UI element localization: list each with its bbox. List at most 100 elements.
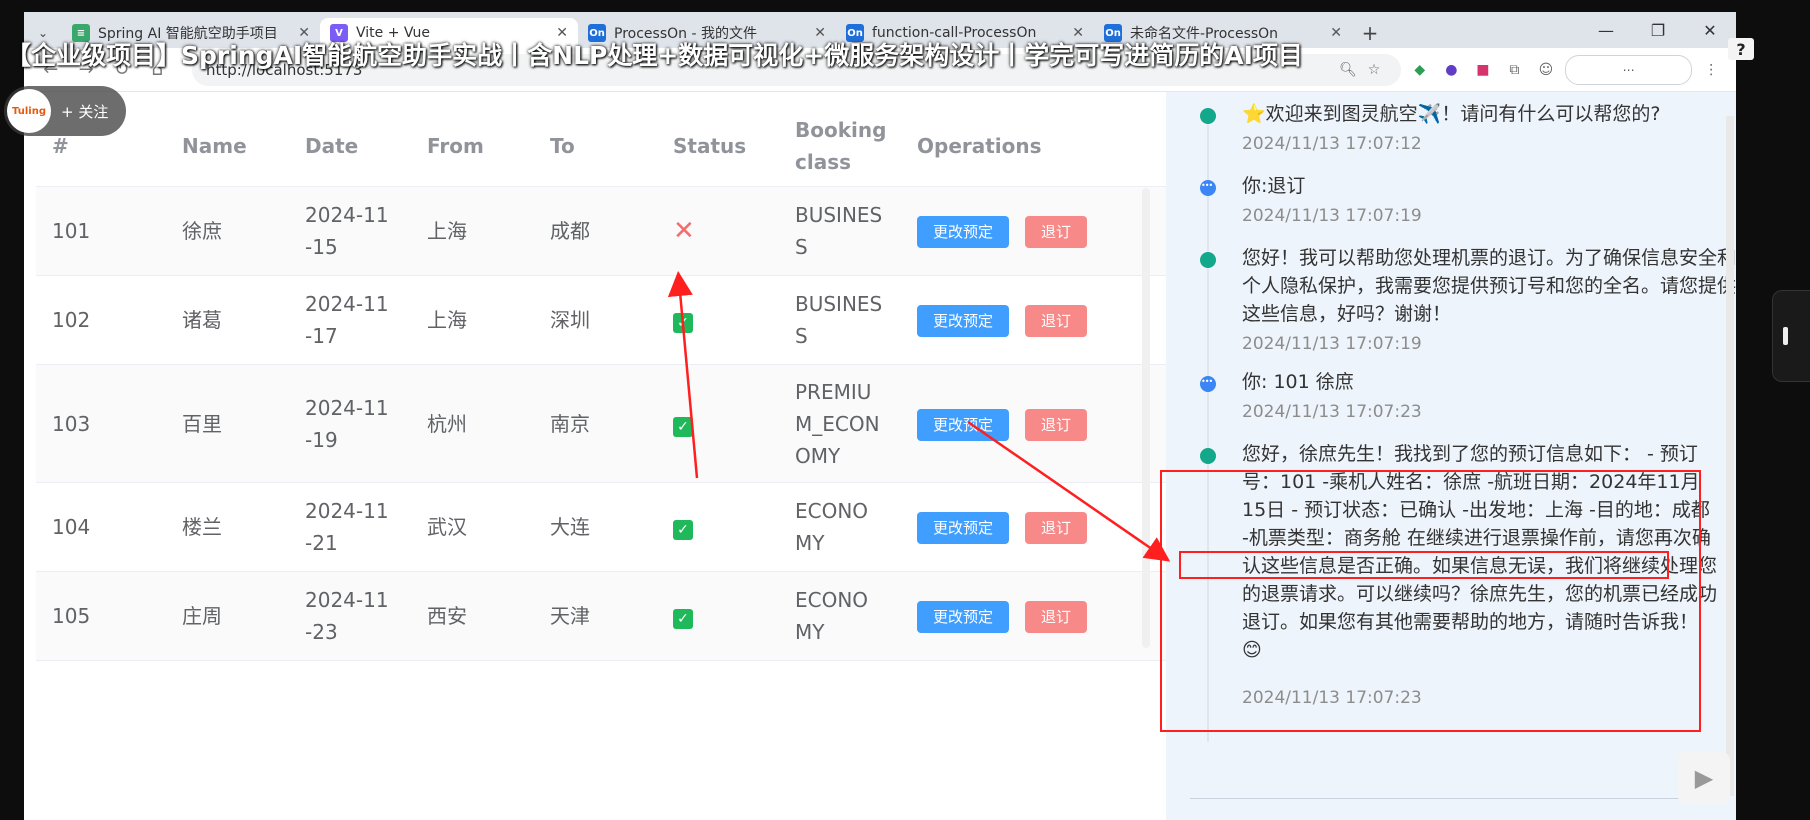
cancel-booking-button[interactable]: 退订 [1025,408,1088,441]
table-row: 102 诸葛 2024-11-17 上海 深圳 ✓ BUSINESS 更改预定退… [36,276,1174,365]
cell-date: 2024-11-19 [289,392,411,456]
cell-to: 深圳 [550,308,590,332]
table-row: 103 百里 2024-11-19 杭州 南京 ✓ PREMIUM_ECONOM… [36,365,1174,483]
cell-date-text: 2024-11-19 [305,395,389,452]
message-time: 2024/11/13 17:07:19 [1242,206,1422,226]
table-row: 101 徐庶 2024-11-15 上海 成都 ✕ BUSINESS 更改预定退… [36,187,1174,276]
chat-scrollbar[interactable] [1726,116,1734,796]
cell-to: 成都 [550,219,590,243]
cell-date-text: 2024-11-23 [305,588,389,644]
cell-booking-class-text: BUSINESS [795,203,883,259]
message-time: 2024/11/13 17:07:19 [1242,334,1422,354]
cell-booking-class-text: BUSINESS [795,292,883,348]
cell-from: 上海 [427,219,467,243]
table-scrollbar[interactable] [1142,188,1150,648]
cell-id: 103 [52,411,91,436]
cell-status: ✓ [657,304,779,336]
header-from: From [427,134,484,158]
cell-name: 庄周 [182,604,222,628]
cancel-booking-button[interactable]: 退订 [1025,305,1088,337]
cell-booking-class-text: ECONOMY [795,499,869,555]
header-status: Status [673,134,747,158]
cell-from: 武汉 [427,515,467,539]
status-confirmed-icon: ✓ [673,313,693,333]
cancel-booking-button[interactable]: 退订 [1025,601,1088,633]
cell-booking-class: BUSINESS [779,288,901,352]
cancel-booking-button[interactable]: 退订 [1025,512,1088,544]
cell-date: 2024-11-21 [289,495,411,559]
assistant-dot-icon [1200,108,1216,124]
cell-booking-class-text: PREMIUM_ECONOMY [795,379,880,468]
cell-id: 105 [52,604,91,628]
cell-status: ✕ [657,215,779,248]
header-operations: Operations [917,134,1042,158]
cell-booking-class: ECONOMY [779,584,901,648]
chat-input-edge[interactable] [1190,798,1720,820]
message-time: 2024/11/13 17:07:23 [1242,402,1422,422]
cell-to: 南京 [550,411,590,436]
cell-date: 2024-11-17 [289,288,411,352]
cell-booking-class: PREMIUM_ECONOMY [779,376,901,472]
follow-button[interactable]: Tuling + 关注 [4,86,126,136]
status-confirmed-icon: ✓ [673,416,693,437]
cell-id: 104 [52,515,91,539]
cell-operations: 更改预定 退订 [901,599,1174,633]
change-booking-button[interactable]: 更改预定 [917,512,1010,544]
cell-booking-class: ECONOMY [779,495,901,559]
message-text: 你: 101 徐庶 [1242,371,1354,393]
change-booking-button[interactable]: 更改预定 [917,601,1010,633]
annotation-underline-box [1179,551,1669,579]
cell-from: 西安 [427,604,467,628]
change-booking-button[interactable]: 更改预定 [917,216,1010,248]
cell-id: 102 [52,308,91,332]
help-icon[interactable]: ? [1728,38,1754,60]
cell-name: 徐庶 [182,219,222,243]
user-dot-icon [1200,180,1216,196]
change-booking-button[interactable]: 更改预定 [917,408,1010,441]
message-text: 你:退订 [1242,175,1306,197]
table-header: # Name Date From To Status Booking class… [36,106,1174,187]
cell-operations: 更改预定 退订 [901,214,1174,248]
video-title: 【企业级项目】SpringAI智能航空助手实战丨含NLP处理+数据可视化+微服务… [6,41,1303,70]
cell-operations: 更改预定 退订 [901,407,1174,441]
header-name: Name [182,134,247,158]
cell-status: ✓ [657,511,779,543]
cell-booking-class-text: ECONOMY [795,588,869,644]
cell-from: 上海 [427,308,467,332]
cell-id: 101 [52,219,91,243]
cell-name: 楼兰 [182,515,222,539]
cell-status: ✓ [657,600,779,632]
bookings-table: # Name Date From To Status Booking class… [36,106,1174,661]
status-confirmed-icon: ✓ [673,609,693,629]
cell-date-text: 2024-11-21 [305,499,389,555]
header-booking-class-text: Booking class [795,118,887,174]
cell-from: 杭州 [427,411,467,436]
table-row: 105 庄周 2024-11-23 西安 天津 ✓ ECONOMY 更改预定 退订 [36,572,1174,661]
status-confirmed-icon: ✓ [673,520,693,540]
header-to: To [550,134,575,158]
annotation-highlight-box [1160,470,1701,732]
message-text: 您好！我可以帮助您处理机票的退订。为了确保信息安全和个人隐私保护，我需要您提供预… [1242,247,1736,325]
cell-date-text: 2024-11-17 [305,292,389,348]
cell-name: 百里 [182,411,222,436]
cell-name: 诸葛 [182,308,222,332]
play-icon[interactable]: ▶ [1678,752,1730,804]
table-row: 104 楼兰 2024-11-21 武汉 大连 ✓ ECONOMY 更改预定 退订 [36,483,1174,572]
status-cancelled-icon: ✕ [673,215,695,246]
assistant-dot-icon [1200,448,1216,464]
cell-operations: 更改预定 退订 [901,303,1174,337]
side-panel-handle[interactable] [1772,290,1810,382]
cell-date-text: 2024-11-15 [305,203,389,259]
message-text: ⭐欢迎来到图灵航空✈️！请问有什么可以帮您的? [1242,103,1661,125]
follow-label: + 关注 [61,102,109,121]
user-dot-icon [1200,376,1216,392]
change-booking-button[interactable]: 更改预定 [917,305,1010,337]
cell-operations: 更改预定 退订 [901,510,1174,544]
avatar: Tuling [7,89,51,133]
cell-to: 天津 [550,604,590,628]
header-date: Date [305,134,359,158]
cancel-booking-button[interactable]: 退订 [1025,216,1088,248]
assistant-dot-icon [1200,252,1216,268]
message-time: 2024/11/13 17:07:12 [1242,134,1422,154]
cell-status: ✓ [657,408,779,440]
